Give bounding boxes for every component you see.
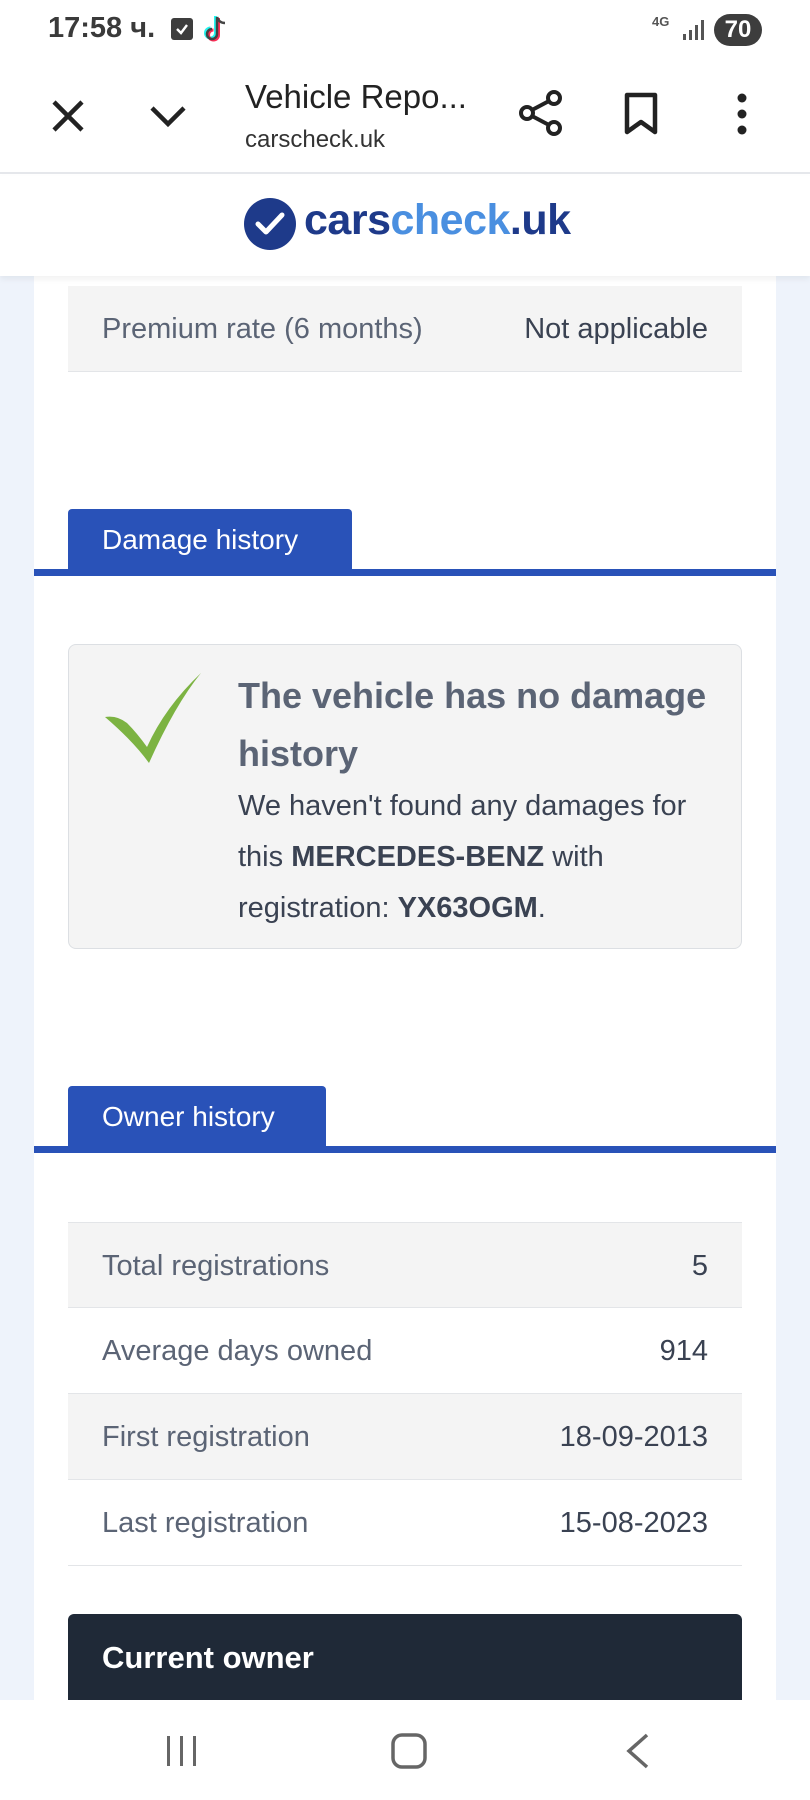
battery-indicator: 70 bbox=[714, 14, 762, 46]
row-value: Not applicable bbox=[524, 313, 708, 345]
row-label: First registration bbox=[102, 1421, 310, 1453]
row-label: Total registrations bbox=[102, 1250, 330, 1282]
table-row: Total registrations 5 bbox=[68, 1222, 742, 1308]
green-check-icon bbox=[103, 671, 203, 772]
section-divider bbox=[34, 1146, 776, 1153]
status-bar: 17:58 ч. 4G 70 bbox=[0, 0, 810, 60]
page-title: Vehicle Repo... bbox=[245, 78, 467, 115]
current-owner-header: Current owner bbox=[68, 1614, 742, 1704]
row-label: Premium rate (6 months) bbox=[102, 313, 423, 345]
row-value: 914 bbox=[659, 1335, 708, 1367]
signal-icon bbox=[682, 18, 706, 47]
back-icon[interactable] bbox=[622, 1732, 652, 1775]
tiktok-notification-icon bbox=[203, 14, 229, 49]
recent-apps-icon[interactable] bbox=[165, 1734, 199, 1773]
chevron-down-icon[interactable] bbox=[148, 96, 188, 141]
row-value: 5 bbox=[691, 1250, 708, 1282]
network-type: 4G bbox=[652, 14, 670, 29]
checkbox-notification-icon bbox=[171, 18, 193, 40]
damage-result-box: The vehicle has no damage history We hav… bbox=[68, 644, 742, 949]
section-tab-damage-history: Damage history bbox=[68, 509, 352, 569]
row-label: Last registration bbox=[102, 1507, 309, 1539]
row-value: 15-08-2023 bbox=[559, 1507, 708, 1539]
home-icon[interactable] bbox=[390, 1732, 428, 1775]
row-label: Average days owned bbox=[102, 1335, 373, 1367]
browser-toolbar: Vehicle Repo... carscheck.uk bbox=[0, 60, 810, 174]
table-row: Average days owned 914 bbox=[68, 1308, 742, 1394]
vehicle-make: MERCEDES-BENZ bbox=[291, 841, 545, 873]
table-row: First registration 18-09-2013 bbox=[68, 1394, 742, 1480]
system-navigation-bar bbox=[0, 1700, 810, 1800]
damage-result-title: The vehicle has no damage history bbox=[238, 675, 707, 774]
table-row: Premium rate (6 months) Not applicable bbox=[68, 286, 742, 372]
row-value: 18-09-2013 bbox=[559, 1421, 708, 1453]
section-divider bbox=[34, 569, 776, 576]
table-row: Last registration 15-08-2023 bbox=[68, 1480, 742, 1566]
share-icon[interactable] bbox=[518, 90, 564, 141]
site-header: carscheck.uk bbox=[0, 176, 810, 276]
damage-result-description: We haven't found any damages for this ME… bbox=[238, 790, 687, 924]
page-url: carscheck.uk bbox=[245, 126, 386, 153]
bookmark-icon[interactable] bbox=[622, 92, 660, 141]
more-options-icon[interactable] bbox=[728, 92, 756, 141]
logo-check-icon[interactable] bbox=[244, 198, 296, 250]
close-icon[interactable] bbox=[48, 96, 88, 141]
status-time: 17:58 ч. bbox=[48, 12, 156, 44]
site-logo[interactable]: carscheck.uk bbox=[304, 196, 571, 245]
section-tab-owner-history: Owner history bbox=[68, 1086, 326, 1146]
vehicle-registration: YX63OGM bbox=[397, 892, 538, 924]
